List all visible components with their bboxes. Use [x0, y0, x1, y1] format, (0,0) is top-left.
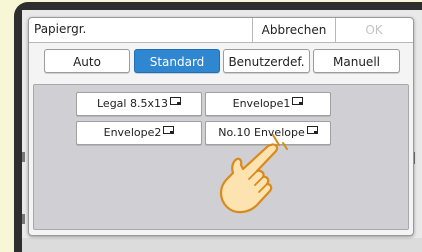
dialog-title: Papiergr.	[34, 22, 87, 36]
background-status-bar	[22, 238, 422, 252]
ok-button[interactable]: OK	[335, 18, 413, 42]
tab-custom[interactable]: Benutzerdef.	[223, 49, 310, 73]
landscape-orientation-icon	[169, 92, 181, 114]
tab-manual[interactable]: Manuell	[313, 49, 400, 73]
tapping-hand-icon	[213, 131, 293, 221]
paper-size-label: Legal 8.5x13	[97, 97, 168, 110]
landscape-orientation-icon	[306, 121, 318, 143]
tab-standard[interactable]: Standard	[134, 49, 220, 73]
landscape-orientation-icon	[292, 92, 304, 114]
tab-auto[interactable]: Auto	[44, 49, 130, 73]
device-panel: Papiergr. Abbrechen OK Auto Standard Ben…	[0, 0, 422, 252]
paper-size-button-envelope2[interactable]: Envelope2	[76, 121, 202, 145]
background-marker	[22, 152, 25, 162]
background-marker	[22, 214, 25, 224]
paper-size-label: Envelope1	[232, 97, 291, 110]
paper-size-button-legal[interactable]: Legal 8.5x13	[76, 92, 202, 116]
paper-size-label: Envelope2	[103, 126, 162, 139]
cancel-button[interactable]: Abbrechen	[252, 18, 336, 42]
dialog-header: Papiergr. Abbrechen OK	[29, 18, 413, 43]
paper-size-button-envelope1[interactable]: Envelope1	[205, 92, 331, 116]
landscape-orientation-icon	[163, 121, 175, 143]
